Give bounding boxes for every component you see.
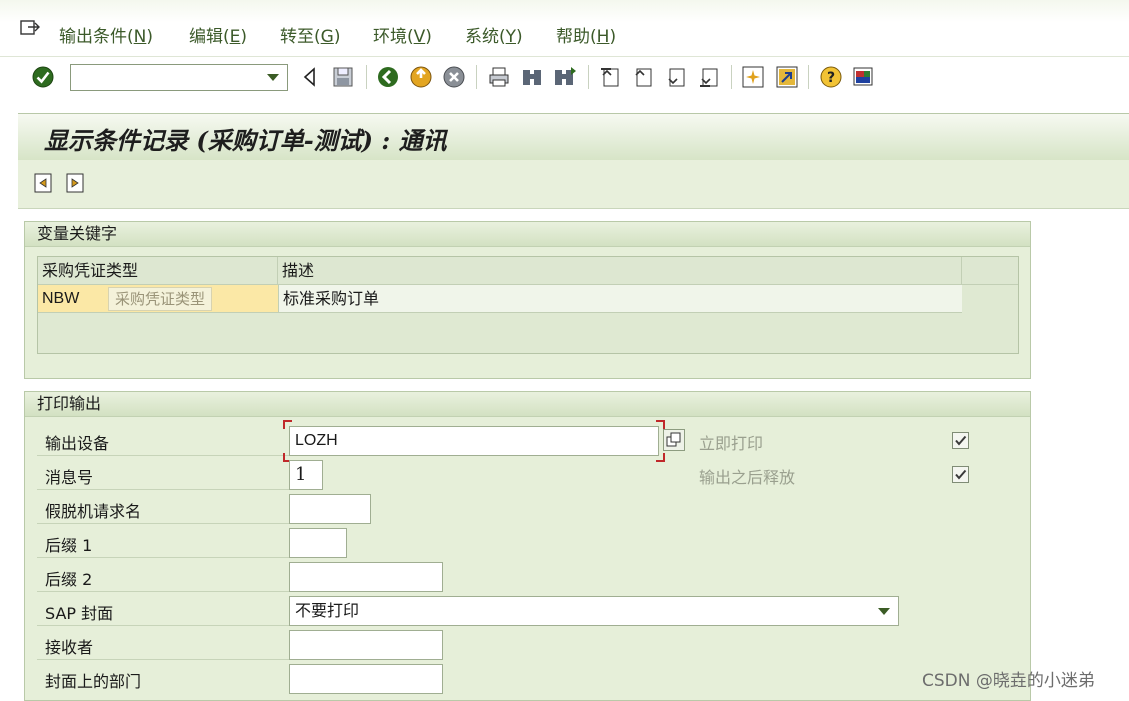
- recipient-label: 接收者: [45, 638, 94, 657]
- menu-environment[interactable]: 环境(V): [373, 22, 432, 47]
- spool-name-input[interactable]: [289, 494, 371, 524]
- next-page-icon[interactable]: [664, 65, 688, 89]
- page-title: 显示条件记录 (采购订单-测试) : 通讯: [44, 126, 447, 155]
- new-session-icon[interactable]: [741, 65, 765, 89]
- output-device-input[interactable]: LOZH: [289, 426, 659, 456]
- menu-goto[interactable]: 转至(G): [280, 22, 340, 47]
- value-help-icon[interactable]: [663, 429, 685, 451]
- sap-cover-dropdown-icon[interactable]: [878, 608, 890, 615]
- print-icon[interactable]: [487, 65, 511, 89]
- menu-bar: 输出条件(N) 编辑(E) 转至(G) 环境(V) 系统(Y) 帮助(H): [0, 0, 1129, 57]
- department-label: 封面上的部门: [45, 672, 142, 691]
- svg-text:?: ?: [827, 70, 835, 86]
- column-header-doc-type[interactable]: 采购凭证类型: [38, 257, 278, 285]
- suffix2-input[interactable]: [289, 562, 443, 592]
- menu-edit[interactable]: 编辑(E): [189, 22, 247, 47]
- sap-cover-select[interactable]: 不要打印: [289, 596, 899, 626]
- print-immediately-label: 立即打印: [699, 434, 764, 453]
- recipient-input[interactable]: [289, 630, 443, 660]
- sap-cover-label: SAP 封面: [45, 604, 114, 623]
- command-field[interactable]: [70, 64, 288, 91]
- menu-exit-icon[interactable]: [20, 20, 40, 36]
- main-content: 变量关键字 采购凭证类型 描述 NBW 标准采购订单 采购凭证类型 打印输出 输…: [18, 209, 1129, 701]
- last-page-icon[interactable]: [697, 65, 721, 89]
- tooltip: 采购凭证类型: [108, 287, 213, 311]
- print-output-title: 打印输出: [25, 392, 1030, 417]
- standard-toolbar: ?: [0, 57, 1129, 101]
- prev-page-icon[interactable]: [631, 65, 655, 89]
- next-record-icon[interactable]: [64, 172, 86, 194]
- layout-icon[interactable]: [852, 65, 876, 89]
- save-icon[interactable]: [331, 65, 355, 89]
- spool-name-label: 假脱机请求名: [45, 502, 142, 521]
- previous-record-icon[interactable]: [32, 172, 54, 194]
- column-header-description[interactable]: 描述: [278, 257, 962, 285]
- shortcut-icon[interactable]: [775, 65, 799, 89]
- release-after-output-checkbox[interactable]: [952, 466, 969, 483]
- message-no-label: 消息号: [45, 468, 94, 487]
- print-output-group: 打印输出 输出设备 消息号 假脱机请求名 后缀 1 后缀 2 SAP 封面 接收…: [24, 391, 1031, 701]
- suffix1-label: 后缀 1: [45, 536, 93, 555]
- checkmark-icon: [955, 435, 967, 446]
- menu-help[interactable]: 帮助(H): [556, 22, 616, 47]
- title-bar: 显示条件记录 (采购订单-测试) : 通讯: [18, 113, 1129, 161]
- application-toolbar: [18, 160, 1129, 209]
- suffix2-label: 后缀 2: [45, 570, 93, 589]
- command-dropdown-icon[interactable]: [267, 74, 279, 81]
- print-immediately-checkbox[interactable]: [952, 432, 969, 449]
- back-green-icon[interactable]: [376, 65, 400, 89]
- find-next-icon[interactable]: [553, 65, 577, 89]
- watermark: CSDN @晓垚的小迷弟: [922, 671, 1095, 691]
- first-page-icon[interactable]: [598, 65, 622, 89]
- checkmark-icon: [955, 469, 967, 480]
- description-cell: 标准采购订单: [278, 285, 962, 313]
- exit-icon[interactable]: [409, 65, 433, 89]
- output-device-label: 输出设备: [45, 434, 110, 453]
- menu-output-condition[interactable]: 输出条件(N): [59, 22, 153, 47]
- menu-system[interactable]: 系统(Y): [465, 22, 523, 47]
- cancel-icon[interactable]: [442, 65, 466, 89]
- back-arrow-icon[interactable]: [298, 65, 322, 89]
- find-icon[interactable]: [520, 65, 544, 89]
- variable-key-group: 变量关键字 采购凭证类型 描述 NBW 标准采购订单 采购凭证类型: [24, 221, 1031, 379]
- variable-key-table: 采购凭证类型 描述 NBW 标准采购订单 采购凭证类型: [37, 256, 1019, 354]
- release-after-output-label: 输出之后释放: [699, 468, 796, 487]
- check-icon[interactable]: [31, 65, 55, 89]
- department-input[interactable]: [289, 664, 443, 694]
- message-no-input[interactable]: 1: [289, 460, 323, 490]
- help-icon[interactable]: ?: [819, 65, 843, 89]
- suffix1-input[interactable]: [289, 528, 347, 558]
- variable-key-title: 变量关键字: [25, 222, 1030, 247]
